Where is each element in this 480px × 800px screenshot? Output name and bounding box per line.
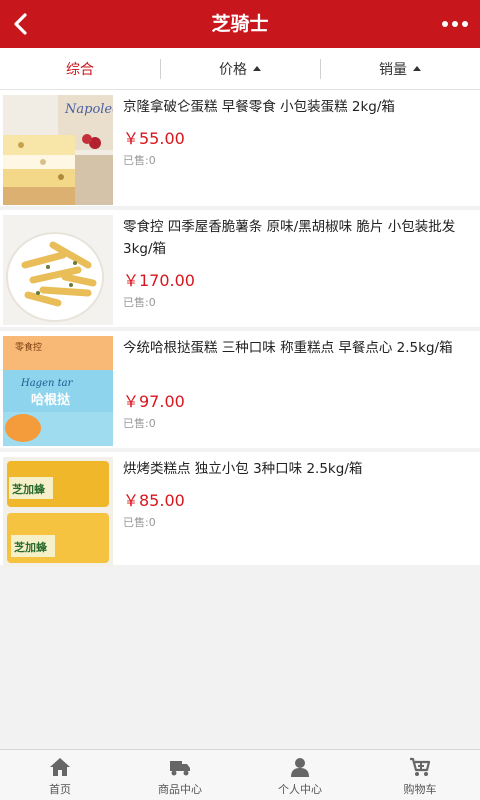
sort-sales-label: 销量	[379, 61, 407, 78]
product-price: ￥55.00	[123, 129, 185, 148]
product-price: ￥170.00	[123, 271, 195, 290]
truck-icon	[170, 761, 190, 776]
product-item[interactable]: Napoleon Cake 京隆拿破仑蛋糕 早餐零食 小包装蛋糕 2kg/箱 ￥…	[0, 90, 480, 210]
product-image: Napoleon Cake	[3, 95, 113, 205]
product-price: ￥85.00	[123, 491, 185, 510]
sort-sales-tab[interactable]: 销量	[320, 48, 480, 89]
product-image-script-text: Hagen tar	[20, 378, 74, 389]
product-item[interactable]: 零食控 四季屋香脆薯条 原味/黑胡椒味 脆片 小包装批发 3kg/箱 ￥170.…	[0, 210, 480, 331]
product-item[interactable]: 芝加蜂 芝加蜂 烘烤类糕点 独立小包 3种口味 2.5kg/箱 ￥85.00 已…	[0, 452, 480, 569]
product-list: Napoleon Cake 京隆拿破仑蛋糕 早餐零食 小包装蛋糕 2kg/箱 ￥…	[0, 90, 480, 569]
product-sold-count: 已售:0	[123, 516, 156, 529]
page-title: 芝骑士	[211, 13, 269, 35]
product-sold-count: 已售:0	[123, 417, 156, 430]
product-name[interactable]: 京隆拿破仑蛋糕 早餐零食 小包装蛋糕 2kg/箱	[123, 96, 468, 118]
product-image-brand-text: 零食控	[15, 341, 42, 353]
product-image: 零食控 Hagen tar 哈根挞	[3, 336, 113, 446]
product-name[interactable]: 零食控 四季屋香脆薯条 原味/黑胡椒味 脆片 小包装批发 3kg/箱	[123, 216, 468, 260]
sort-bar: 综合 价格 销量	[0, 48, 480, 90]
product-image	[3, 215, 113, 325]
tab-home-label: 首页	[49, 783, 71, 796]
product-name[interactable]: 烘烤类糕点 独立小包 3种口味 2.5kg/箱	[123, 458, 468, 480]
sort-up-icon	[253, 65, 261, 71]
sort-comprehensive-tab[interactable]: 综合	[0, 48, 160, 89]
user-icon	[291, 758, 309, 777]
sort-up-icon	[413, 65, 421, 71]
cart-icon	[410, 757, 431, 776]
product-sold-count: 已售:0	[123, 296, 156, 309]
tab-home[interactable]: 首页	[0, 750, 120, 800]
product-sold-count: 已售:0	[123, 154, 156, 167]
tab-cart-label: 购物车	[403, 783, 437, 796]
sort-price-tab[interactable]: 价格	[160, 48, 320, 89]
tab-profile[interactable]: 个人中心	[240, 750, 360, 800]
product-name[interactable]: 今统哈根挞蛋糕 三种口味 称重糕点 早餐点心 2.5kg/箱	[123, 337, 468, 359]
more-options-icon[interactable]	[440, 14, 470, 34]
tab-profile-label: 个人中心	[278, 783, 322, 796]
product-item[interactable]: 零食控 Hagen tar 哈根挞 今统哈根挞蛋糕 三种口味 称重糕点 早餐点心…	[0, 331, 480, 452]
product-image: 芝加蜂 芝加蜂	[3, 457, 113, 567]
product-image-brand-text: Napoleon Cake	[64, 102, 113, 117]
sort-comprehensive-label: 综合	[66, 61, 94, 78]
tab-cart[interactable]: 购物车	[360, 750, 480, 800]
sort-price-label: 价格	[219, 61, 247, 78]
home-icon	[50, 758, 70, 776]
tab-products-label: 商品中心	[158, 783, 202, 796]
product-image-brand-text: 芝加蜂	[14, 540, 48, 554]
bottom-tab-bar: 首页 商品中心 个人中心 购物车	[0, 749, 480, 800]
tab-products[interactable]: 商品中心	[120, 750, 240, 800]
product-price: ￥97.00	[123, 392, 185, 411]
header-bar: 芝骑士	[0, 0, 480, 48]
product-image-cn-text: 哈根挞	[31, 392, 71, 408]
product-image-brand-text: 芝加蜂	[12, 482, 46, 496]
